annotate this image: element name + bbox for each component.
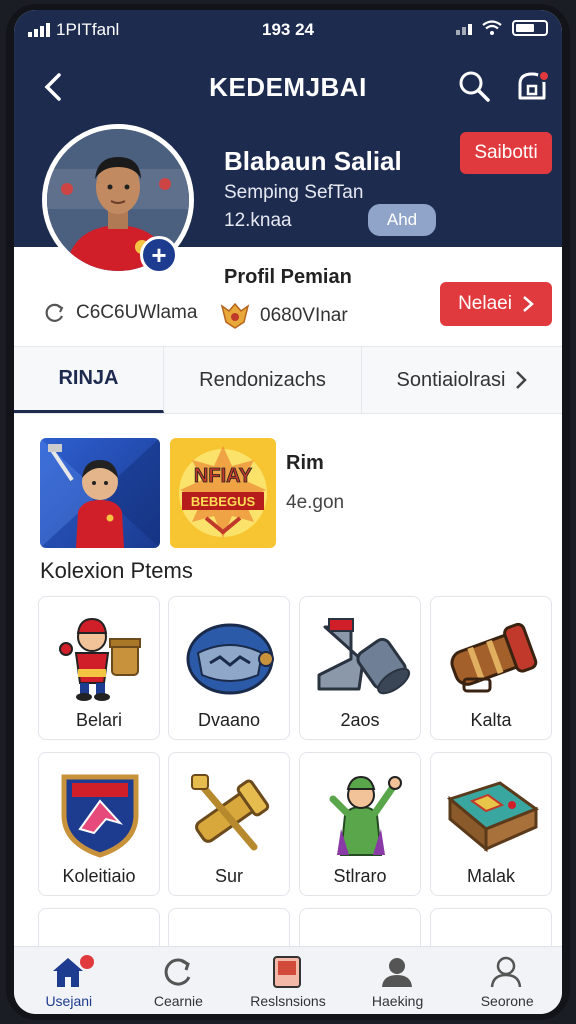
event-badge-subtext: BEBEGUS <box>191 494 256 509</box>
fan-figure-icon <box>329 775 402 856</box>
item-label: Sur <box>214 866 243 886</box>
nav-label: Seorone <box>480 993 534 1009</box>
stat-value: C6C6UWlama <box>76 302 198 323</box>
item-label: Kalta <box>470 710 512 730</box>
tab-sontiaiolrasi[interactable]: Sontiaiolrasi <box>362 347 562 413</box>
profile-label: Profil Pemian <box>224 266 352 288</box>
battery-icon <box>512 20 548 36</box>
plus-icon: + <box>151 240 167 270</box>
collection-item[interactable]: Koleitiaio <box>38 752 160 896</box>
profile-icon <box>491 956 522 988</box>
featured-subtitle: 4e.gon <box>286 492 345 513</box>
chevron-right-icon <box>523 296 534 312</box>
collection-item[interactable]: Sur <box>168 752 290 896</box>
user-icon <box>381 958 412 987</box>
refresh-icon <box>45 303 64 322</box>
collection-item[interactable]: Kalta <box>430 596 552 740</box>
cell-signal-icon <box>456 21 472 35</box>
player-avatar-image <box>40 438 160 548</box>
nav-label: Cearnie <box>153 993 203 1009</box>
item-label: Koleitiaio <box>62 866 136 886</box>
shield-badge-icon <box>220 302 250 329</box>
notification-dot <box>538 70 550 82</box>
item-label: 2aos <box>340 710 380 730</box>
tab-rinja[interactable]: RINJA <box>14 347 164 413</box>
notification-dot <box>80 955 94 969</box>
search-icon <box>459 71 490 102</box>
item-label: Belari <box>75 710 123 730</box>
wifi-icon <box>482 20 502 35</box>
profile-count: 12.knaa <box>224 210 292 231</box>
featured-event-card[interactable]: NFIAY BEBEGUS <box>170 438 276 548</box>
tab-rendonizachs[interactable]: Rendonizachs <box>164 347 362 413</box>
featured-title: Rim <box>286 452 324 474</box>
nav-item-search[interactable]: Cearnie <box>124 947 234 1014</box>
subscribe-button[interactable]: Saibotti <box>460 132 552 174</box>
tab-bar: RINJA Rendonizachs Sontiaiolrasi <box>14 346 562 414</box>
page-title: KEDEMJBAI <box>209 72 367 102</box>
clock: 193 24 <box>262 20 314 39</box>
nav-item-profile[interactable]: Seorone <box>452 947 562 1014</box>
bottom-nav: Usejani Cearnie Reslsnsions Haeking Seor… <box>14 946 562 1014</box>
treasure-map-icon <box>446 781 540 853</box>
chevron-right-icon <box>516 371 528 389</box>
nav-item-home[interactable]: Usejani <box>14 947 124 1014</box>
hammer-icon <box>191 774 270 851</box>
nav-label: Usejani <box>45 993 93 1009</box>
stat-item: C6C6UWlama <box>44 302 197 324</box>
signal-icon <box>28 23 50 37</box>
phone-frame: 1PITfanl 193 24 KEDEMJBAI Saibotti Blaba… <box>6 4 570 1020</box>
collection-item[interactable]: Malak <box>430 752 552 896</box>
nav-item-sessions[interactable]: Reslsnsions <box>233 947 343 1014</box>
status-bar: 1PITfanl 193 24 <box>14 10 562 50</box>
tab-label: Sontiaiolrasi <box>396 368 506 391</box>
back-button[interactable] <box>36 70 70 104</box>
nav-label: Reslsnsions <box>250 993 326 1009</box>
crest-icon <box>61 774 139 858</box>
profile-subtitle: Semping SefTan <box>224 182 364 203</box>
profile-name: Blabaun Salial <box>224 146 402 176</box>
collection-item[interactable]: Belari <box>38 596 160 740</box>
add-photo-button[interactable]: + <box>140 236 178 274</box>
add-chip-button[interactable]: Ahd <box>368 204 436 236</box>
helmet-icon <box>186 623 274 695</box>
card-icon <box>273 956 302 988</box>
event-badge-image: NFIAY BEBEGUS <box>179 446 267 538</box>
next-button-label: Nelaei <box>458 293 512 314</box>
next-button[interactable]: Nelaei <box>440 282 552 326</box>
collection-item[interactable]: Dvaano <box>168 596 290 740</box>
cannon-icon <box>450 622 538 693</box>
collection-title: Kolexion Ptems <box>40 558 193 583</box>
event-badge-text: NFIAY <box>194 465 253 487</box>
app-screen: 1PITfanl 193 24 KEDEMJBAI Saibotti Blaba… <box>14 10 562 1014</box>
nav-label: Haeking <box>371 993 424 1009</box>
item-label: Dvaano <box>197 710 261 730</box>
refresh-icon <box>164 958 190 986</box>
collection-item[interactable]: 2aos <box>299 596 421 740</box>
collection-item[interactable]: Stlraro <box>299 752 421 896</box>
stat-item: 0680VInar <box>220 302 348 330</box>
stat-value: 0680VInar <box>260 305 348 326</box>
chevron-left-icon <box>44 73 61 101</box>
featured-player-card[interactable] <box>40 438 160 548</box>
notifications-button[interactable] <box>512 68 552 108</box>
search-button[interactable] <box>456 68 492 104</box>
nav-item-ranking[interactable]: Haeking <box>343 947 453 1014</box>
item-label: Stlraro <box>333 866 387 886</box>
carrier-label: 1PITfanl <box>56 20 120 39</box>
boots-icon <box>317 618 411 695</box>
mascot-icon <box>59 617 141 701</box>
item-label: Malak <box>466 866 515 886</box>
